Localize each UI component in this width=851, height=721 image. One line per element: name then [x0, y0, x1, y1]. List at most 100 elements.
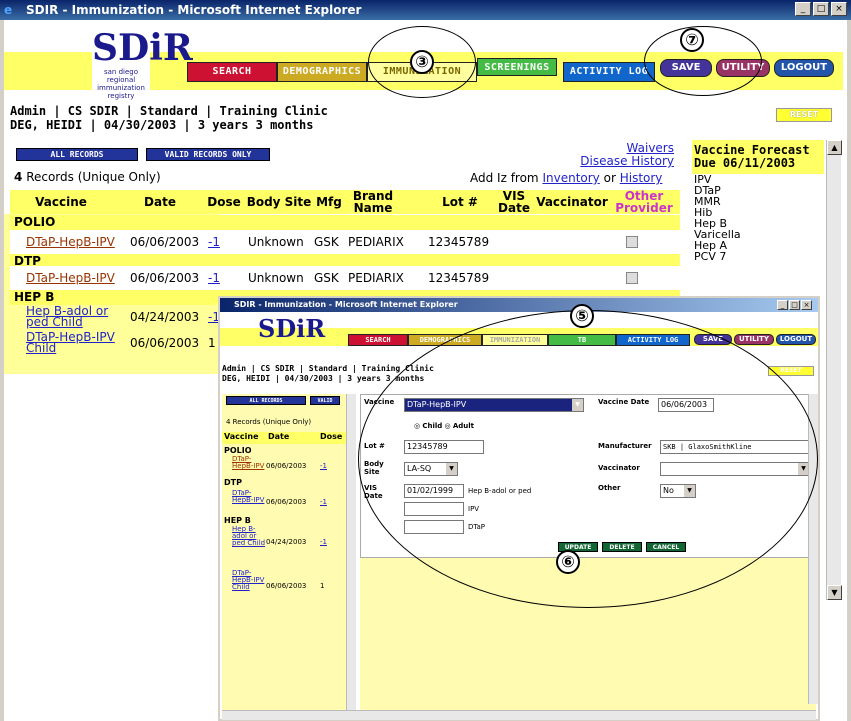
- other-provider-checkbox[interactable]: [626, 236, 638, 248]
- row-mfg: GSK: [314, 235, 339, 249]
- inventory-link[interactable]: Inventory: [542, 171, 599, 185]
- popup-vaccine-link[interactable]: Hep B-adol or ped Child: [232, 525, 265, 547]
- popup-group-dtp: DTP: [224, 478, 242, 487]
- other-provider-checkbox[interactable]: [626, 272, 638, 284]
- vaccine-link[interactable]: DTaP-HepB-IPV: [26, 235, 115, 249]
- row-mfg: GSK: [314, 271, 339, 285]
- popup-vaccine-link[interactable]: DTaP-HepB-IPV: [232, 489, 264, 504]
- vertical-scrollbar[interactable]: ▲ ▼: [826, 140, 842, 600]
- popup-horizontal-scrollbar[interactable]: [222, 710, 816, 720]
- dose-link[interactable]: -1: [208, 235, 220, 249]
- popup-maximize-button[interactable]: □: [789, 300, 800, 310]
- row-date: 06/06/2003: [130, 336, 200, 350]
- popup-utility-button[interactable]: UTILITY: [734, 334, 774, 345]
- logout-button[interactable]: LOGOUT: [774, 59, 834, 77]
- popup-left-scrollbar[interactable]: [346, 394, 356, 714]
- popup-minimize-button[interactable]: _: [777, 300, 788, 310]
- reset-button[interactable]: RESET: [776, 108, 832, 122]
- maximize-button[interactable]: □: [813, 2, 829, 16]
- popup-col-date: Date: [268, 432, 290, 441]
- window-controls: _ □ ×: [795, 2, 847, 16]
- forecast-item: MMR: [694, 195, 721, 208]
- popup-sdir-logo: SDiR: [258, 314, 325, 358]
- popup-group-polio: POLIO: [224, 446, 252, 455]
- records-table-header: Vaccine Date Dose Body Site Mfg Brand Na…: [10, 190, 680, 214]
- row-date: 06/06/2003: [130, 271, 200, 285]
- group-polio: POLIO: [10, 215, 680, 230]
- popup-dose-link[interactable]: -1: [320, 498, 327, 506]
- sdir-logo: SDiR san diego regional immunization reg…: [92, 27, 193, 100]
- waivers-link[interactable]: Waivers: [627, 141, 674, 155]
- popup-title-bar: SDIR - Immunization - Microsoft Internet…: [220, 298, 818, 312]
- callout-5: ⑤: [570, 304, 594, 328]
- patient-info: Admin | CS SDIR | Standard | Training Cl…: [10, 104, 328, 132]
- all-records-button[interactable]: ALL RECORDS: [16, 148, 138, 161]
- col-vaccinator: Vaccinator: [536, 195, 608, 209]
- table-row: DTaP-HepB-IPV 06/06/2003 -1 Unknown GSK …: [10, 266, 680, 290]
- record-count-number: 4: [14, 170, 23, 184]
- callout-3: ③: [410, 50, 434, 74]
- forecast-item: PCV 7: [694, 250, 727, 263]
- popup-title: SDIR - Immunization - Microsoft Internet…: [234, 300, 458, 309]
- dose-link[interactable]: -1: [208, 271, 220, 285]
- popup-dose-link[interactable]: -1: [320, 538, 327, 546]
- col-brand: Brand Name: [352, 189, 394, 215]
- tab-screenings[interactable]: SCREENINGS: [477, 58, 557, 76]
- callout-ellipse-5: [358, 310, 818, 608]
- vaccine-link[interactable]: Hep B-adol or ped Child: [26, 304, 108, 329]
- forecast-title-2: Due 06/11/2003: [694, 156, 796, 170]
- row-site: Unknown: [248, 271, 304, 285]
- popup-logout-button[interactable]: LOGOUT: [776, 334, 816, 345]
- record-count: 4 Records (Unique Only): [14, 170, 161, 184]
- logo-subtitle: san diego regional immunization registry: [97, 68, 145, 100]
- popup-tab-search[interactable]: SEARCH: [348, 334, 408, 346]
- vaccine-link[interactable]: DTaP-HepB-IPV: [26, 271, 115, 285]
- add-iz: Add Iz from Inventory or History: [470, 171, 662, 185]
- window-title-bar: SDIR - Immunization - Microsoft Internet…: [0, 0, 851, 20]
- close-button[interactable]: ×: [831, 2, 847, 16]
- callout-7: ⑦: [680, 28, 704, 52]
- col-body-site: Body Site: [246, 195, 312, 209]
- popup-valid-button[interactable]: VALID: [310, 396, 340, 405]
- popup-close-button[interactable]: ×: [801, 300, 812, 310]
- row-date: 06/06/2003: [130, 235, 200, 249]
- popup-col-vaccine: Vaccine: [224, 432, 259, 441]
- col-vis-date: VIS Date: [498, 189, 530, 215]
- record-links: Waivers Disease History: [538, 142, 674, 168]
- col-dose: Dose: [207, 195, 241, 209]
- popup-record-count: 4 Records (Unique Only): [226, 418, 312, 426]
- scroll-down-icon[interactable]: ▼: [827, 585, 842, 600]
- ie-icon: e: [4, 3, 13, 17]
- vaccine-forecast: Vaccine Forecast Due 06/11/2003 IPV DTaP …: [692, 140, 824, 300]
- popup-row-date: 06/06/2003: [266, 582, 307, 590]
- row-dose: 1: [208, 336, 216, 350]
- row-lot: 12345789: [428, 235, 490, 249]
- tab-demographics[interactable]: DEMOGRAPHICS: [277, 62, 367, 82]
- popup-all-records-button[interactable]: ALL RECORDS: [226, 396, 306, 405]
- col-vaccine: Vaccine: [35, 195, 87, 209]
- add-iz-label: Add Iz from: [470, 171, 539, 185]
- popup-col-dose: Dose: [320, 432, 343, 441]
- minimize-button[interactable]: _: [795, 2, 811, 16]
- tab-search[interactable]: SEARCH: [187, 62, 277, 82]
- record-count-label: Records (Unique Only): [26, 170, 161, 184]
- disease-history-link[interactable]: Disease History: [580, 154, 674, 168]
- logo-letters: SDiR: [92, 27, 193, 69]
- popup-group-hepb: HEP B: [224, 516, 251, 525]
- callout-6: ⑥: [556, 550, 580, 574]
- history-link[interactable]: History: [620, 171, 663, 185]
- valid-records-button[interactable]: VALID RECORDS ONLY: [146, 148, 270, 161]
- tab-activity-log[interactable]: ACTIVITY LOG: [563, 62, 655, 82]
- row-date: 04/24/2003: [130, 310, 200, 324]
- patient-line-1: Admin | CS SDIR | Standard | Training Cl…: [10, 104, 328, 118]
- col-date: Date: [144, 195, 176, 209]
- scroll-up-icon[interactable]: ▲: [827, 140, 842, 155]
- popup-vaccine-link[interactable]: DTaP-HepB-IPV: [232, 455, 264, 470]
- row-site: Unknown: [248, 235, 304, 249]
- popup-list-header: Vaccine Date Dose: [222, 432, 346, 444]
- popup-vaccine-link[interactable]: DTaP-HepB-IPV Child: [232, 569, 264, 591]
- popup-dose-link[interactable]: -1: [320, 462, 327, 470]
- popup-row-date: 06/06/2003: [266, 462, 307, 470]
- vaccine-link[interactable]: DTaP-HepB-IPV Child: [26, 330, 115, 355]
- col-lot: Lot #: [442, 195, 478, 209]
